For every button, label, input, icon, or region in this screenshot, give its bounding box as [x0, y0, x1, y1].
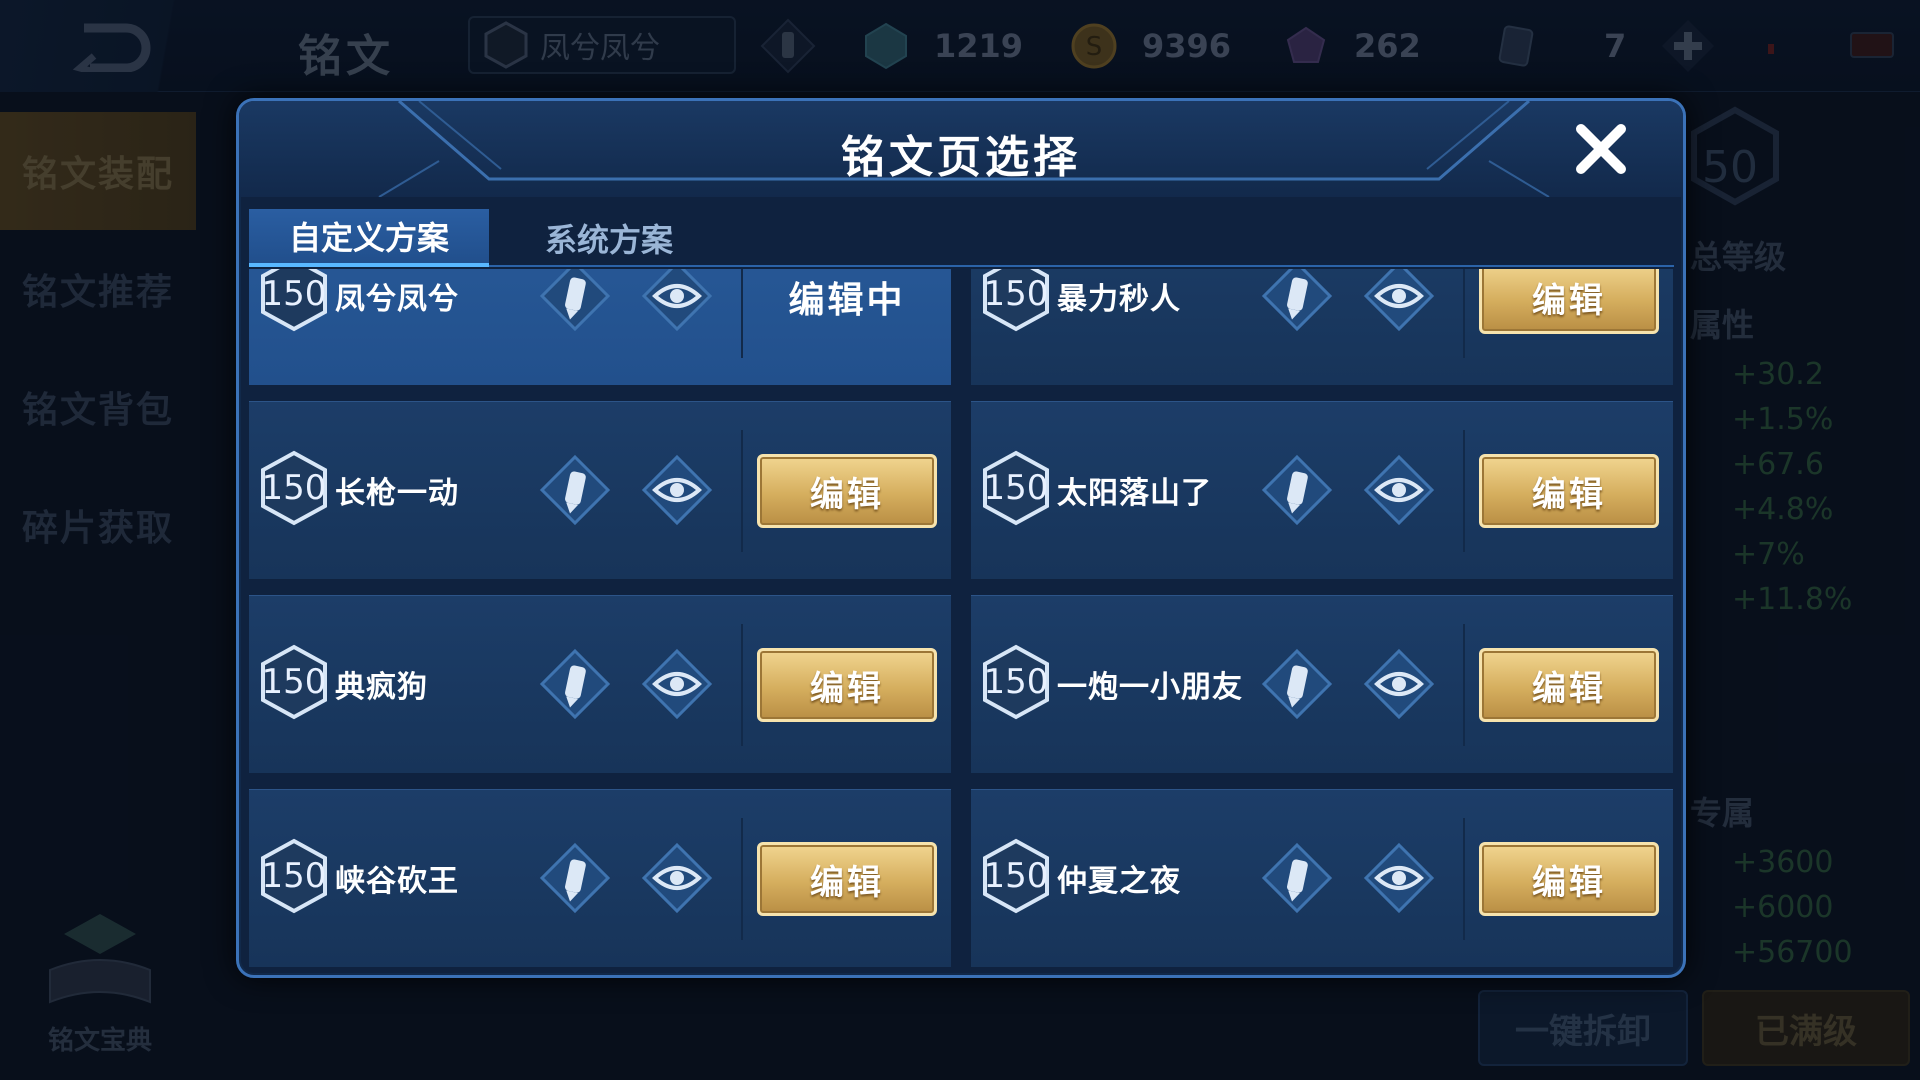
eye-icon: [641, 842, 713, 914]
rename-button[interactable]: [1261, 269, 1333, 332]
page-name: 峡谷砍王: [335, 864, 459, 899]
page-name: 长枪一动: [335, 476, 459, 511]
rename-button[interactable]: [1261, 648, 1333, 720]
preview-button[interactable]: [1363, 648, 1435, 720]
edit-button[interactable]: 编辑: [1479, 648, 1659, 722]
dialog-tabs: 自定义方案 系统方案: [249, 209, 1674, 267]
rename-button[interactable]: [539, 842, 611, 914]
level-badge: 150: [981, 838, 1051, 914]
level-badge: 150: [259, 838, 329, 914]
rename-button[interactable]: [539, 269, 611, 332]
page-name: 仲夏之夜: [1057, 864, 1181, 899]
pencil-icon: [539, 269, 611, 332]
preview-button[interactable]: [1363, 842, 1435, 914]
rune-page-card[interactable]: 150 暴力秒人 编辑: [971, 269, 1673, 385]
level-badge: 150: [981, 269, 1051, 332]
preview-button[interactable]: [641, 842, 713, 914]
dialog-title: 铭文页选择: [841, 132, 1081, 183]
eye-icon: [1363, 842, 1435, 914]
page-name: 典疯狗: [335, 670, 428, 705]
eye-icon: [1363, 454, 1435, 526]
pencil-icon: [1261, 269, 1333, 332]
level-badge: 150: [981, 644, 1051, 720]
card-divider: [741, 624, 743, 746]
rune-page-card[interactable]: 150 太阳落山了 编辑: [971, 401, 1673, 579]
page-level: 150: [983, 662, 1049, 702]
rune-page-card[interactable]: 150 一炮一小朋友 编辑: [971, 595, 1673, 773]
preview-button[interactable]: [1363, 454, 1435, 526]
preview-button[interactable]: [641, 648, 713, 720]
card-divider: [741, 430, 743, 552]
edit-button[interactable]: 编辑: [1479, 269, 1659, 334]
eye-icon: [641, 648, 713, 720]
page-level: 150: [983, 856, 1049, 896]
rune-page-card[interactable]: 150 凤兮凤兮 编辑中: [249, 269, 951, 385]
page-name: 太阳落山了: [1057, 476, 1212, 511]
pencil-icon: [1261, 454, 1333, 526]
card-divider: [741, 269, 743, 358]
edit-button[interactable]: 编辑: [1479, 454, 1659, 528]
level-badge: 150: [981, 450, 1051, 526]
dialog-header: 铭文页选择: [239, 101, 1683, 197]
page-level: 150: [261, 662, 327, 702]
page-name: 一炮一小朋友: [1057, 670, 1243, 705]
pencil-icon: [539, 648, 611, 720]
eye-icon: [1363, 648, 1435, 720]
tab-custom-plans[interactable]: 自定义方案: [249, 209, 489, 267]
edit-button[interactable]: 编辑: [757, 842, 937, 916]
rune-page-grid: 150 凤兮凤兮 编辑中 150 暴力秒人 编辑 150 长枪一动 编辑 150…: [249, 269, 1674, 969]
preview-button[interactable]: [1363, 269, 1435, 332]
rune-page-select-dialog: 铭文页选择 自定义方案 系统方案 150 凤兮凤兮 编辑中 150 暴力秒人 编…: [236, 98, 1686, 978]
rune-page-card[interactable]: 150 典疯狗 编辑: [249, 595, 951, 773]
card-divider: [1463, 430, 1465, 552]
page-level: 150: [261, 856, 327, 896]
rename-button[interactable]: [1261, 842, 1333, 914]
eye-icon: [641, 454, 713, 526]
pencil-icon: [1261, 648, 1333, 720]
preview-button[interactable]: [641, 269, 713, 332]
level-badge: 150: [259, 269, 329, 332]
page-level: 150: [983, 274, 1049, 314]
eye-icon: [1363, 269, 1435, 332]
page-level: 150: [261, 274, 327, 314]
page-name: 凤兮凤兮: [335, 282, 459, 317]
card-divider: [1463, 269, 1465, 358]
level-badge: 150: [259, 644, 329, 720]
page-level: 150: [983, 468, 1049, 508]
level-badge: 150: [259, 450, 329, 526]
card-divider: [1463, 818, 1465, 940]
rename-button[interactable]: [1261, 454, 1333, 526]
card-divider: [741, 818, 743, 940]
eye-icon: [641, 269, 713, 332]
close-button[interactable]: [1573, 121, 1629, 177]
pencil-icon: [539, 842, 611, 914]
edit-button[interactable]: 编辑: [757, 648, 937, 722]
page-name: 暴力秒人: [1057, 282, 1181, 317]
edit-button[interactable]: 编辑: [1479, 842, 1659, 916]
close-icon: [1576, 124, 1626, 174]
pencil-icon: [1261, 842, 1333, 914]
page-level: 150: [261, 468, 327, 508]
editing-status: 编辑中: [788, 280, 906, 321]
card-divider: [1463, 624, 1465, 746]
rune-page-card[interactable]: 150 峡谷砍王 编辑: [249, 789, 951, 967]
preview-button[interactable]: [641, 454, 713, 526]
rune-page-card[interactable]: 150 长枪一动 编辑: [249, 401, 951, 579]
pencil-icon: [539, 454, 611, 526]
rune-page-card[interactable]: 150 仲夏之夜 编辑: [971, 789, 1673, 967]
rename-button[interactable]: [539, 648, 611, 720]
rename-button[interactable]: [539, 454, 611, 526]
tab-system-plans[interactable]: 系统方案: [489, 209, 729, 267]
edit-button[interactable]: 编辑: [757, 454, 937, 528]
